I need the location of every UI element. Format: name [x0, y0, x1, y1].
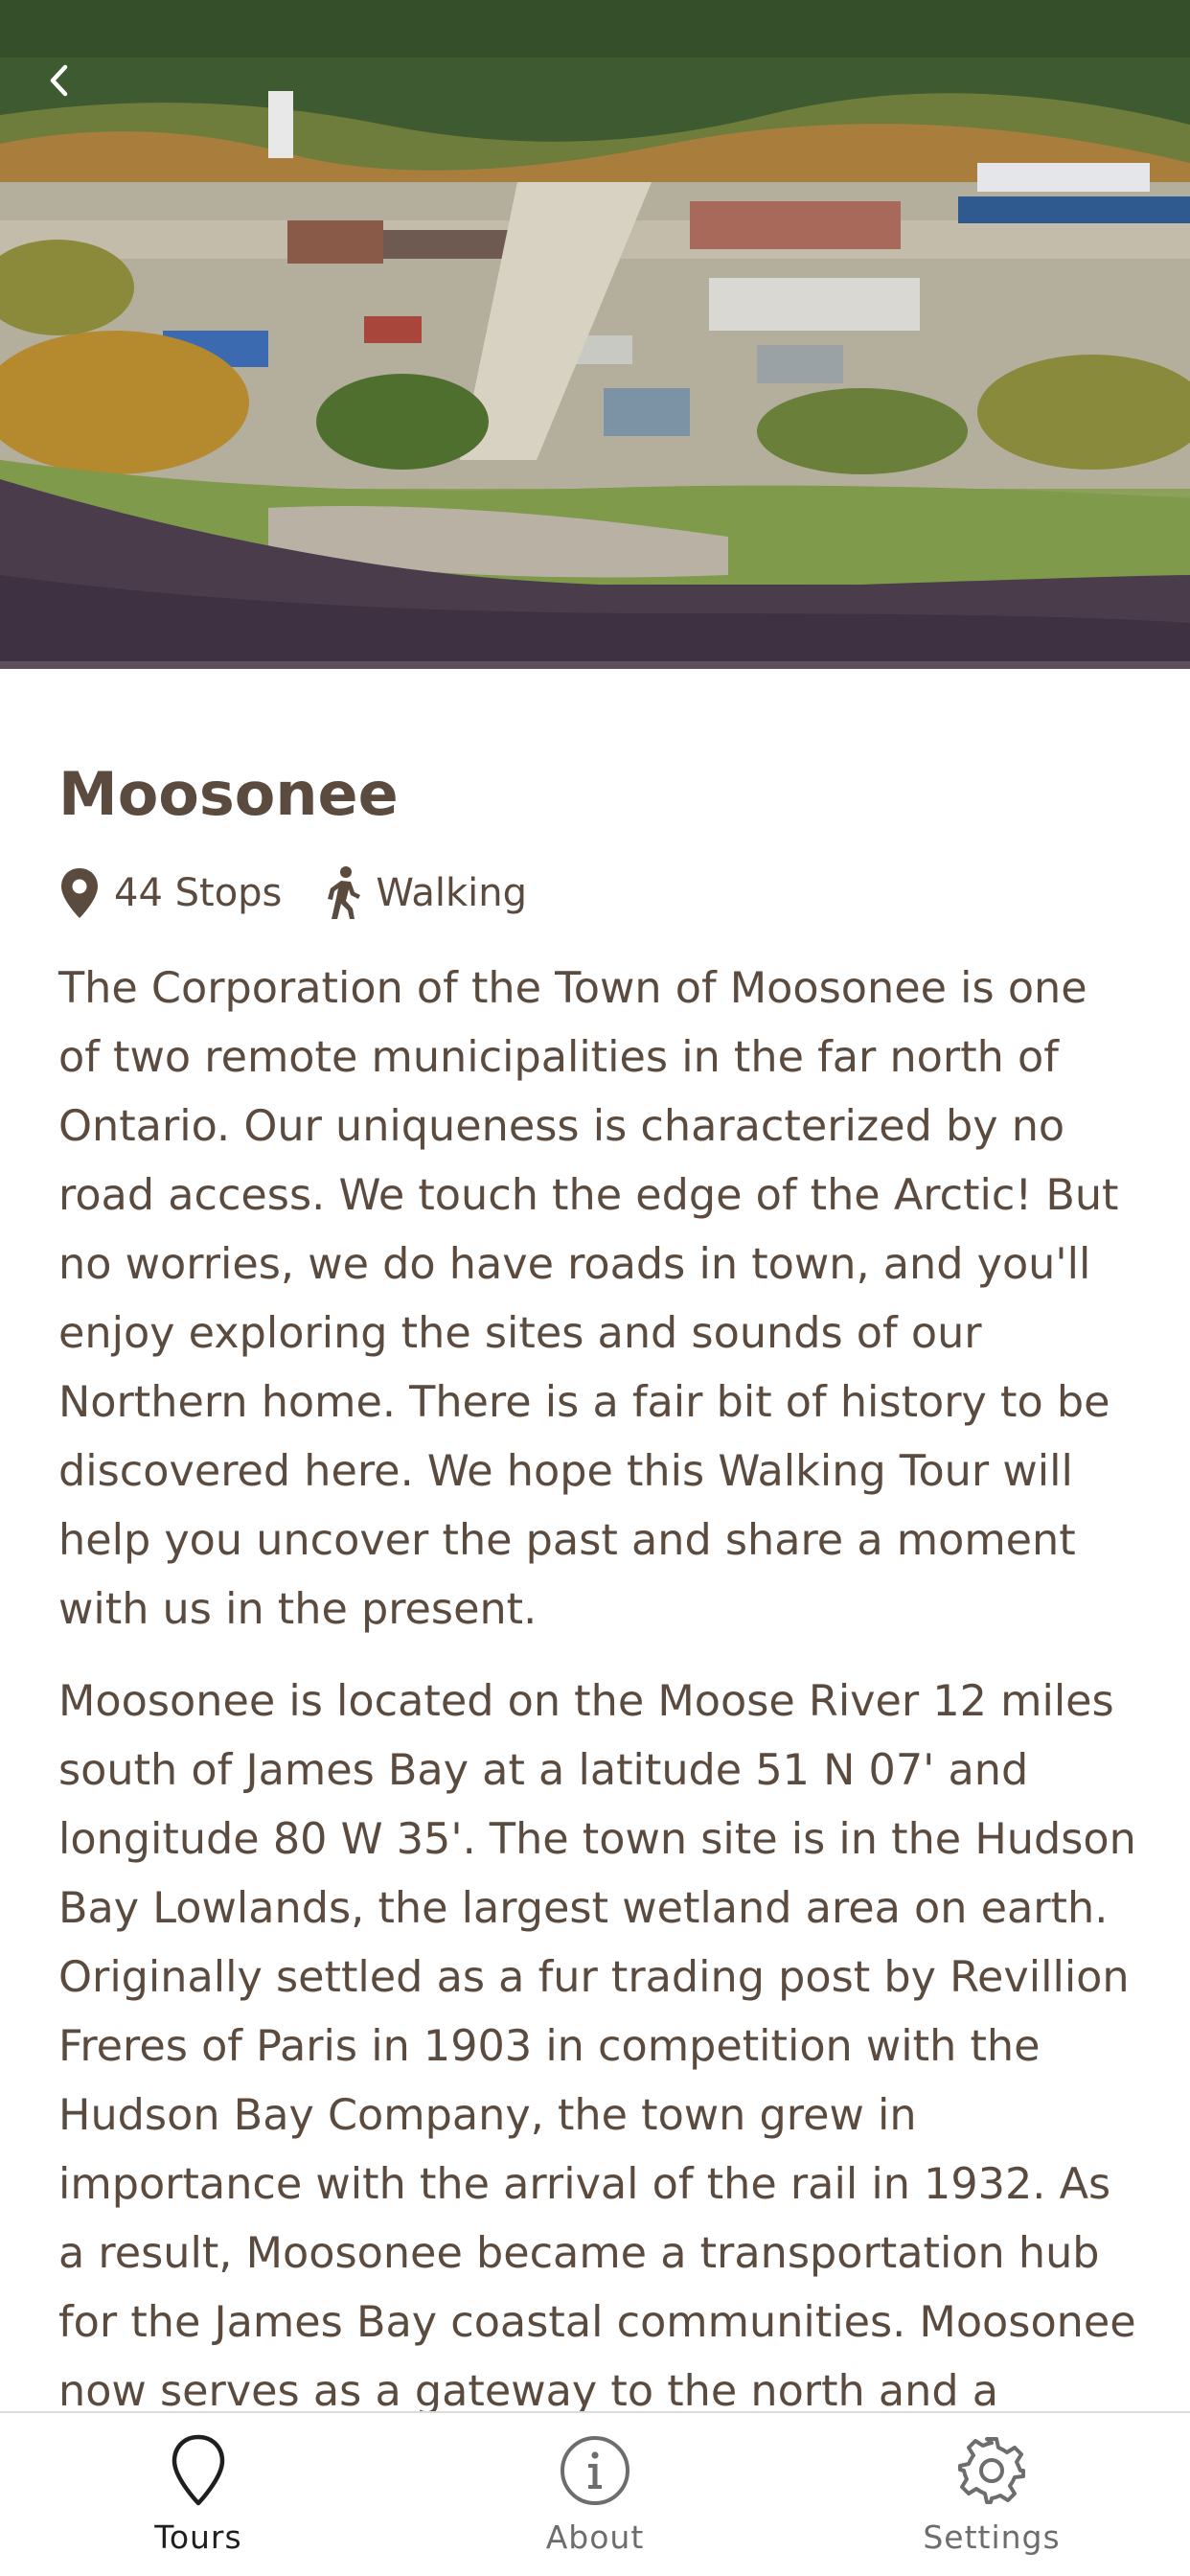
chevron-left-icon	[50, 64, 68, 97]
travel-mode: Walking	[376, 871, 528, 915]
tour-detail-screen: Moosonee 44 Stops Walking The Corporatio…	[0, 0, 1190, 2576]
tab-label: About	[545, 2518, 645, 2556]
info-icon	[559, 2432, 631, 2509]
tour-meta: 44 Stops Walking	[58, 864, 1141, 922]
map-pin-icon	[170, 2432, 227, 2509]
description-paragraph: The Corporation of the Town of Moosonee …	[58, 964, 1119, 1634]
gear-icon	[955, 2432, 1028, 2509]
map-pin-icon	[58, 866, 101, 920]
page-title: Moosonee	[58, 759, 399, 829]
stops-count: 44 Stops	[114, 871, 283, 915]
hero-image	[0, 0, 1190, 669]
stops-info: 44 Stops	[58, 866, 282, 920]
tour-description: The Corporation of the Town of Moosonee …	[58, 954, 1141, 2496]
back-button[interactable]	[33, 54, 86, 107]
walking-icon	[324, 865, 362, 921]
mode-info: Walking	[324, 865, 527, 921]
tab-tours[interactable]: Tours	[0, 2413, 397, 2576]
bottom-tab-bar: Tours About Settings	[0, 2411, 1190, 2576]
tab-label: Settings	[923, 2518, 1061, 2556]
tab-settings[interactable]: Settings	[793, 2413, 1190, 2576]
tab-about[interactable]: About	[397, 2413, 793, 2576]
tour-content: Moosonee 44 Stops Walking The Corporatio…	[58, 669, 1141, 2518]
description-paragraph: Moosonee is located on the Moose River 1…	[58, 1677, 1136, 2485]
tab-label: Tours	[154, 2518, 242, 2556]
aerial-town-river-photo	[0, 0, 1190, 669]
